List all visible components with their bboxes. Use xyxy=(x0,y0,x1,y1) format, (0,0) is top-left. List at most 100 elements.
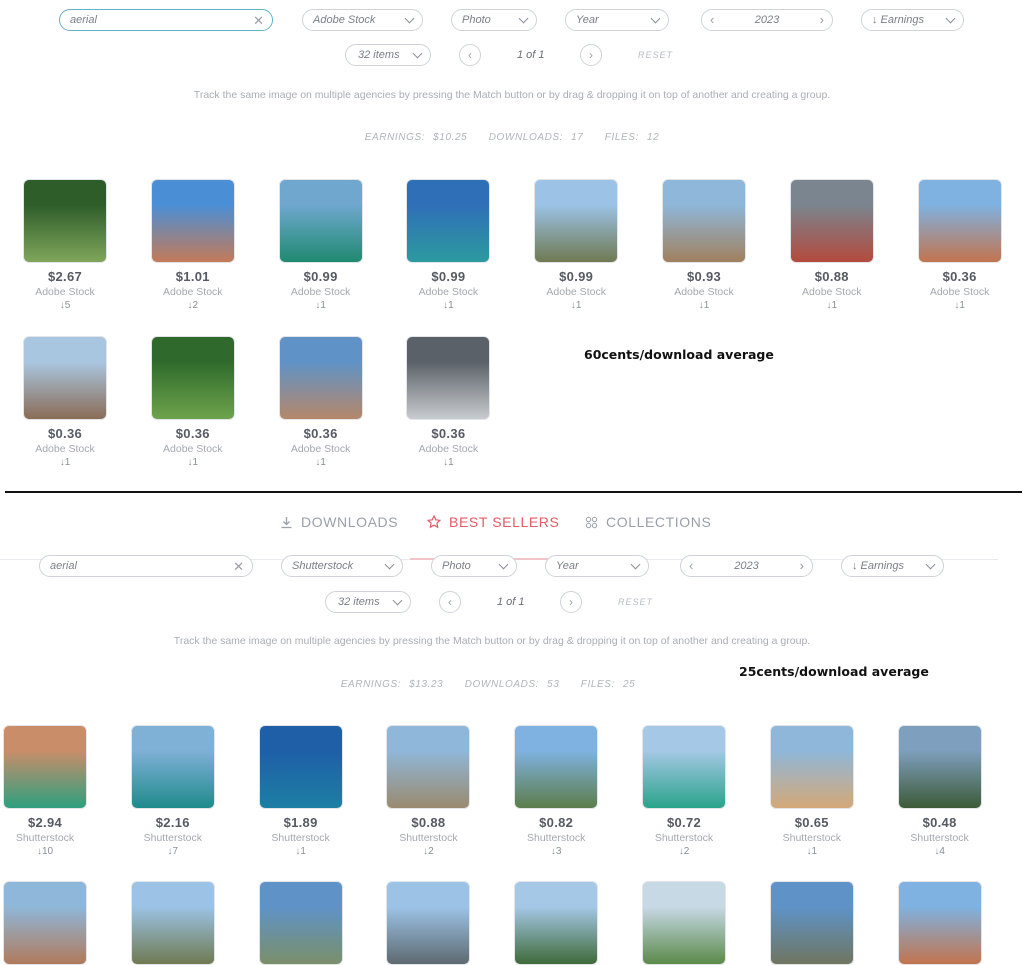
next-page-button[interactable]: › xyxy=(560,591,582,613)
thumbnail-image[interactable] xyxy=(130,881,215,965)
image-card[interactable] xyxy=(258,881,344,965)
agency-select-value: Adobe Stock xyxy=(313,14,376,26)
period-select[interactable]: Year xyxy=(565,9,669,31)
thumbnail-image[interactable] xyxy=(897,881,982,965)
chevron-right-icon[interactable]: › xyxy=(820,12,824,27)
page-indicator: 1 of 1 xyxy=(517,49,545,61)
shutterstock-panel: DOWNLOADS BEST SELLERS COLLECTIONS aeria… xyxy=(0,492,1024,965)
thumbnail-image[interactable] xyxy=(3,725,87,809)
agency-select[interactable]: Shutterstock xyxy=(281,555,403,577)
card-price: $1.01 xyxy=(175,269,210,284)
thumbnail-image[interactable] xyxy=(789,179,874,263)
image-card[interactable]: $0.99 Adobe Stock ↓1 xyxy=(405,179,491,311)
thumbnail-image[interactable] xyxy=(23,179,107,263)
thumbnail-image[interactable] xyxy=(917,179,1002,263)
card-price: $0.36 xyxy=(47,426,83,441)
image-card[interactable]: $0.88 Shutterstock ↓2 xyxy=(385,725,471,857)
image-card[interactable]: $2.67 Adobe Stock ↓5 xyxy=(22,179,108,311)
search-input[interactable]: aerial ✕ xyxy=(39,555,253,577)
image-card[interactable] xyxy=(769,881,855,965)
image-card[interactable]: $0.88 Adobe Stock ↓1 xyxy=(789,179,875,311)
thumbnail-image[interactable] xyxy=(258,725,343,809)
image-card[interactable]: $0.99 Adobe Stock ↓1 xyxy=(533,179,619,311)
tab-best-sellers[interactable]: BEST SELLERS xyxy=(427,514,559,530)
thumbnail-image[interactable] xyxy=(406,179,491,263)
tab-collections[interactable]: COLLECTIONS xyxy=(585,514,711,530)
tab-downloads[interactable]: DOWNLOADS xyxy=(280,514,398,530)
media-type-select[interactable]: Photo xyxy=(431,555,517,577)
thumbnail-image[interactable] xyxy=(150,179,235,263)
search-input[interactable]: aerial ✕ xyxy=(59,9,273,31)
image-card[interactable]: $2.94 Shutterstock ↓10 xyxy=(2,725,88,857)
reset-button[interactable]: RESET xyxy=(618,597,653,607)
thumbnail-image[interactable] xyxy=(514,725,599,809)
thumbnail-image[interactable] xyxy=(662,179,746,263)
thumbnail-image[interactable] xyxy=(642,881,726,965)
image-card[interactable]: $0.48 Shutterstock ↓4 xyxy=(897,725,983,857)
period-select[interactable]: Year xyxy=(545,555,649,577)
thumbnail-image[interactable] xyxy=(897,725,982,809)
image-card[interactable]: $0.99 Adobe Stock ↓1 xyxy=(278,179,364,311)
image-card[interactable]: $0.72 Shutterstock ↓2 xyxy=(641,725,727,857)
image-card[interactable] xyxy=(897,881,983,965)
prev-page-button[interactable]: ‹ xyxy=(459,44,481,66)
thumbnail-image[interactable] xyxy=(769,881,854,965)
chevron-left-icon[interactable]: ‹ xyxy=(689,558,693,573)
image-card[interactable] xyxy=(385,881,471,965)
thumbnail-image[interactable] xyxy=(278,179,363,263)
image-card[interactable]: $0.36 Adobe Stock ↓1 xyxy=(150,336,236,468)
card-agency: Adobe Stock xyxy=(290,443,351,455)
thumbnail-image[interactable] xyxy=(130,725,215,809)
chevron-right-icon[interactable]: › xyxy=(800,558,804,573)
thumbnail-image[interactable] xyxy=(769,725,854,809)
image-card[interactable]: $0.36 Adobe Stock ↓1 xyxy=(917,179,1003,311)
thumbnail-image[interactable] xyxy=(514,881,599,965)
image-card[interactable]: $2.16 Shutterstock ↓7 xyxy=(130,725,216,857)
card-price: $1.89 xyxy=(283,815,318,830)
search-input-value: aerial xyxy=(50,560,77,572)
thumbnail-image[interactable] xyxy=(23,336,107,420)
thumbnail-image[interactable] xyxy=(642,725,726,809)
clear-icon[interactable]: ✕ xyxy=(233,559,244,575)
thumbnail-image[interactable] xyxy=(258,881,343,965)
star-icon xyxy=(427,515,441,529)
thumbnail-image[interactable] xyxy=(386,881,471,965)
chevron-down-icon xyxy=(392,595,403,606)
image-card[interactable] xyxy=(2,881,88,965)
media-type-select[interactable]: Photo xyxy=(451,9,537,31)
thumbnail-image[interactable] xyxy=(3,881,87,965)
reset-button[interactable]: RESET xyxy=(638,50,673,60)
image-card[interactable]: $0.82 Shutterstock ↓3 xyxy=(513,725,599,857)
items-per-page-select[interactable]: 32 items xyxy=(345,44,431,66)
image-card[interactable] xyxy=(130,881,216,965)
files-label: FILES: xyxy=(580,679,615,690)
thumbnail-image[interactable] xyxy=(278,336,363,420)
prev-page-button[interactable]: ‹ xyxy=(439,591,461,613)
image-card[interactable]: $1.01 Adobe Stock ↓2 xyxy=(150,179,236,311)
downloads-label: DOWNLOADS: xyxy=(488,132,564,143)
chevron-left-icon[interactable]: ‹ xyxy=(710,12,714,27)
clear-icon[interactable]: ✕ xyxy=(253,13,264,29)
thumbnail-image[interactable] xyxy=(386,725,471,809)
year-stepper[interactable]: ‹ 2023 › xyxy=(680,555,813,577)
card-agency: Adobe Stock xyxy=(546,286,606,298)
year-stepper[interactable]: ‹ 2023 › xyxy=(701,9,833,31)
agency-select[interactable]: Adobe Stock xyxy=(302,9,423,31)
items-per-page-select[interactable]: 32 items xyxy=(325,591,411,613)
next-page-button[interactable]: › xyxy=(580,44,602,66)
sort-select[interactable]: ↓ Earnings xyxy=(861,9,964,31)
image-card[interactable]: $0.93 Adobe Stock ↓1 xyxy=(661,179,747,311)
media-type-value: Photo xyxy=(462,14,491,26)
image-card[interactable]: $0.36 Adobe Stock ↓1 xyxy=(405,336,491,468)
thumbnail-image[interactable] xyxy=(406,336,491,420)
image-card[interactable] xyxy=(513,881,599,965)
image-card[interactable] xyxy=(641,881,727,965)
image-card[interactable]: $0.36 Adobe Stock ↓1 xyxy=(278,336,364,468)
image-card[interactable]: $1.89 Shutterstock ↓1 xyxy=(258,725,344,857)
thumbnail-image[interactable] xyxy=(534,179,619,263)
image-card[interactable]: $0.65 Shutterstock ↓1 xyxy=(769,725,855,857)
sort-select[interactable]: ↓ Earnings xyxy=(841,555,944,577)
thumbnail-image[interactable] xyxy=(150,336,235,420)
image-card[interactable]: $0.36 Adobe Stock ↓1 xyxy=(22,336,108,468)
earnings-label: EARNINGS: xyxy=(340,679,402,690)
